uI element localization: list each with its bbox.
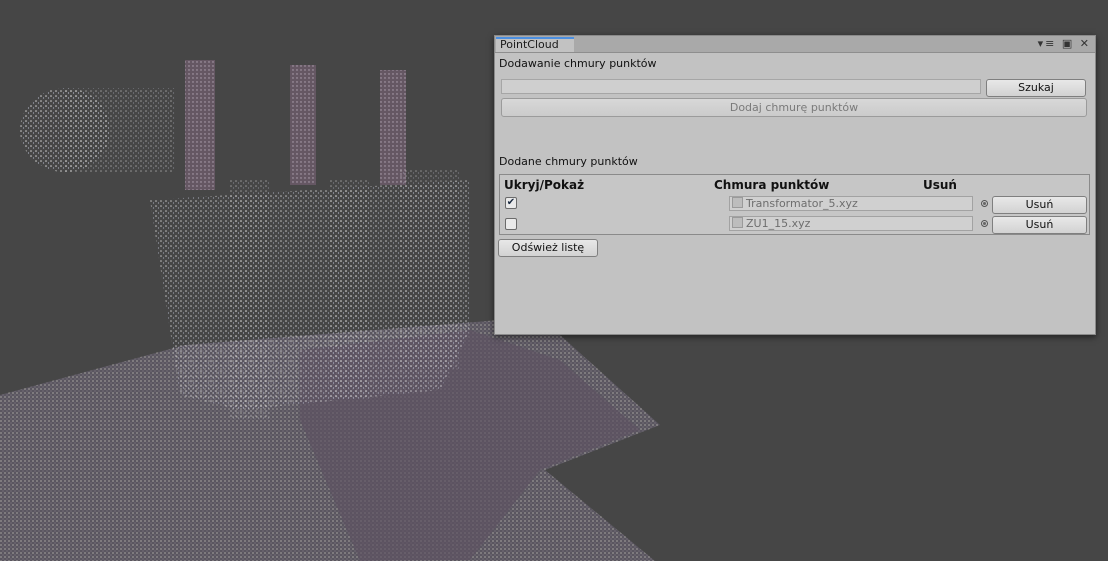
point-cloud-bushing [380,70,406,185]
maximize-icon[interactable]: ▣ [1062,37,1074,50]
add-point-cloud-button[interactable]: Dodaj chmurę punktów [501,98,1087,117]
file-cube-icon [732,197,743,208]
point-cloud-bushing [290,65,316,185]
visibility-checkbox[interactable] [505,218,517,230]
path-input[interactable] [501,79,981,94]
menu-icon[interactable]: ▾≡ [1038,37,1057,50]
refresh-list-button[interactable]: Odśwież listę [498,239,598,257]
close-icon[interactable]: ✕ [1080,37,1091,50]
browse-button[interactable]: Szukaj [986,79,1086,97]
window-controls: ▾≡ ▣ ✕ [1038,37,1091,50]
header-toggle: Ukryj/Pokaż [504,178,585,192]
point-cloud-list: Ukryj/Pokaż Chmura punktów Usuń ✔ Transf… [499,174,1090,235]
header-cloud: Chmura punktów [714,178,830,192]
point-cloud-bushing [185,60,215,190]
remove-button[interactable]: Usuń [992,196,1087,214]
list-section-title: Dodane chmury punktów [499,155,638,168]
cloud-file-name: Transformator_5.xyz [746,197,858,210]
cloud-file-field[interactable]: ZU1_15.xyz [729,216,973,231]
cloud-file-field[interactable]: Transformator_5.xyz [729,196,973,211]
file-cube-icon [732,217,743,228]
tab-pointcloud[interactable]: PointCloud [496,37,574,52]
add-section-title: Dodawanie chmury punktów [499,57,657,70]
cloud-file-name: ZU1_15.xyz [746,217,811,230]
object-picker-icon[interactable] [981,220,988,227]
remove-button[interactable]: Usuń [992,216,1087,234]
object-picker-icon[interactable] [981,200,988,207]
header-remove: Usuń [923,178,957,192]
checkmark-icon: ✔ [506,197,516,208]
visibility-checkbox[interactable]: ✔ [505,197,517,209]
window-tab-bar: PointCloud ▾≡ ▣ ✕ [495,36,1095,53]
pointcloud-window: PointCloud ▾≡ ▣ ✕ Dodawanie chmury punkt… [494,35,1096,335]
